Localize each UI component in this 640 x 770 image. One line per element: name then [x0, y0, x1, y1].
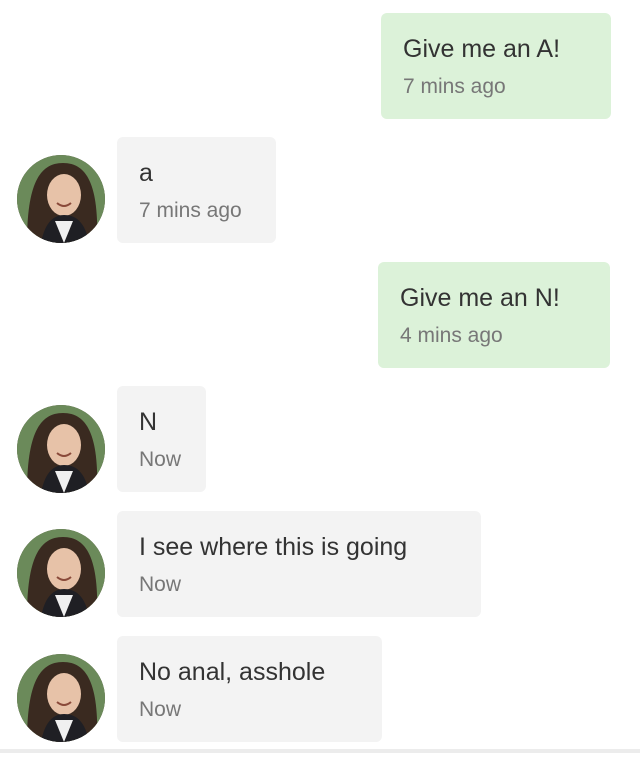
avatar-icon — [17, 654, 105, 742]
message-bubble-incoming[interactable]: N Now — [117, 386, 206, 492]
message-bubble-incoming[interactable]: a 7 mins ago — [117, 137, 276, 243]
contact-avatar[interactable] — [17, 654, 105, 742]
message-bubble-incoming[interactable]: I see where this is going Now — [117, 511, 481, 617]
message-text: No anal, asshole — [139, 658, 326, 686]
avatar-icon — [17, 155, 105, 243]
contact-avatar[interactable] — [17, 155, 105, 243]
message-timestamp: 7 mins ago — [403, 75, 506, 98]
message-bubble-outgoing[interactable]: Give me an N! 4 mins ago — [378, 262, 610, 368]
divider — [0, 749, 640, 753]
message-text: a — [139, 159, 153, 187]
message-bubble-incoming[interactable]: No anal, asshole Now — [117, 636, 382, 742]
message-bubble-outgoing[interactable]: Give me an A! 7 mins ago — [381, 13, 611, 119]
message-timestamp: 4 mins ago — [400, 324, 503, 347]
message-timestamp: Now — [139, 698, 182, 721]
contact-avatar[interactable] — [17, 405, 105, 493]
message-text: N — [139, 408, 158, 436]
message-timestamp: 7 mins ago — [139, 199, 242, 222]
message-timestamp: Now — [139, 573, 182, 596]
message-text: I see where this is going — [139, 533, 408, 561]
message-timestamp: Now — [139, 448, 182, 471]
message-text: Give me an N! — [400, 284, 560, 312]
contact-avatar[interactable] — [17, 529, 105, 617]
avatar-icon — [17, 529, 105, 617]
chat-thread: Give me an A! 7 mins ago a 7 mins ago Gi… — [0, 0, 640, 770]
message-text: Give me an A! — [403, 35, 561, 63]
avatar-icon — [17, 405, 105, 493]
